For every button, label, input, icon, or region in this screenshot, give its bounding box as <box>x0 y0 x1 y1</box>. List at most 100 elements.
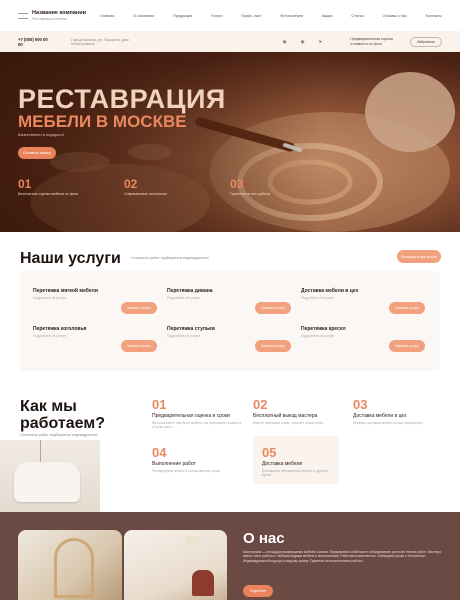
hero-title: РЕСТАВРАЦИЯ <box>18 84 226 114</box>
order-service-button[interactable]: Заказать услугу <box>121 302 157 314</box>
service-title: Доставка мебели в цех <box>301 288 359 294</box>
top-navigation: Название компании Реставрация мебели Гла… <box>0 0 460 31</box>
service-title: Перетяжка стульев <box>167 326 215 332</box>
step-title: Бесплатный выезд мастера <box>253 413 318 419</box>
armchair-shape <box>14 462 80 502</box>
feature-number: 01 <box>18 177 32 191</box>
order-service-button[interactable]: Заказать услугу <box>389 340 425 352</box>
service-card[interactable]: Перетяжка стульев Подробнее об услуге За… <box>167 326 297 366</box>
feature-text: Гарантия на все работы <box>230 192 271 196</box>
chair-shape <box>192 570 214 596</box>
all-services-button[interactable]: Посмотреть все услуги <box>397 250 441 263</box>
about-more-button[interactable]: Подробнее <box>243 585 273 597</box>
feature-text: Бесплатная оценка мебели по фото <box>18 192 79 196</box>
step-title: Выполнение работ <box>152 461 196 467</box>
menu-item-prices[interactable]: Прайс-лист <box>241 14 261 18</box>
menu-item-services[interactable]: Услуги <box>211 14 223 18</box>
hero-overlay <box>0 52 460 232</box>
process-step: 01 Предварительная оценка и сроки Вы при… <box>152 397 244 430</box>
menu-item-reviews[interactable]: Отзывы о нас <box>383 14 407 18</box>
brand[interactable]: Название компании Реставрация мебели <box>32 10 86 21</box>
service-title: Перетяжка изголовья <box>33 326 87 332</box>
service-card[interactable]: Перетяжка кресел Подробнее об услуге Зак… <box>301 326 431 366</box>
step-description: Вы присылаете нам фото мебели, мы оценив… <box>152 421 242 429</box>
about-title: О нас <box>243 530 285 547</box>
services-subtitle: Стоимость работ подбирается индивидуальн… <box>131 256 209 260</box>
step-description: Доставляем обновленную мебель в удобное … <box>262 469 329 477</box>
order-service-button[interactable]: Заказать услугу <box>255 302 291 314</box>
service-card[interactable]: Доставка мебели в цех Подробнее об услуг… <box>301 288 431 328</box>
menu-item-home[interactable]: Главная <box>100 14 114 18</box>
how-title-line2: работаем? <box>20 415 105 432</box>
step-number: 01 <box>152 397 167 412</box>
address-text: Город Москва, ул. Пушкина, дом Колотушки… <box>71 37 129 46</box>
company-tagline: Реставрация мебели <box>32 17 67 21</box>
social-links: ◉ ◉ ➤ <box>283 39 323 45</box>
main-menu: Главная О компании Продукция Услуги Прай… <box>100 14 442 18</box>
hero-subtitle: МЕБЕЛИ В МОСКВЕ <box>18 112 187 131</box>
process-step: 03 Доставка мебели в цех Бережно достави… <box>353 397 445 426</box>
menu-item-gallery[interactable]: Фотогалерея <box>280 14 303 18</box>
order-service-button[interactable]: Заказать услугу <box>255 340 291 352</box>
service-title: Перетяжка мягкой мебели <box>33 288 98 294</box>
services-panel: Перетяжка мягкой мебели Подробнее об усл… <box>20 271 440 371</box>
step-description: Бережно доставим мебель в нашу мастерску… <box>353 421 423 425</box>
how-title-line1: Как мы <box>20 398 77 415</box>
ok-icon[interactable]: ◉ <box>301 39 305 45</box>
mirror-frame-shape <box>54 538 94 598</box>
hero-feature-3: 03 Гарантия на все работы <box>230 177 270 196</box>
hero-order-button[interactable]: Оставить заявку <box>18 147 56 159</box>
step-description: Мастер приезжает к вам, уточняет объем р… <box>253 421 324 425</box>
hero-note: Качественно и недорого! <box>18 132 65 137</box>
hero-feature-2: 02 Современные технологии <box>124 177 167 196</box>
hero-feature-1: 01 Бесплатная оценка мебели по фото <box>18 177 78 196</box>
menu-item-about[interactable]: О компании <box>133 14 154 18</box>
telegram-icon[interactable]: ➤ <box>319 39 323 45</box>
menu-item-promos[interactable]: Акции <box>322 14 333 18</box>
service-subtitle: Подробнее об услуге <box>167 296 201 300</box>
service-card[interactable]: Перетяжка мягкой мебели Подробнее об усл… <box>33 288 163 328</box>
interior-image <box>124 530 227 600</box>
service-title: Перетяжка кресел <box>301 326 346 332</box>
step-title: Предварительная оценка и сроки <box>152 413 230 419</box>
phone-link[interactable]: +7 (000) 000 00 00 <box>18 37 53 47</box>
vk-icon[interactable]: ◉ <box>283 39 287 45</box>
how-subtitle: Стоимость работ подбирается индивидуальн… <box>20 433 98 437</box>
lamp-shape <box>186 536 200 546</box>
service-subtitle: Подробнее об услуге <box>33 296 67 300</box>
company-name: Название компании <box>32 10 86 16</box>
step-title: Доставка мебели <box>262 461 303 467</box>
menu-item-contacts[interactable]: Контакты <box>426 14 442 18</box>
service-subtitle: Подробнее об услуге <box>301 296 335 300</box>
estimate-link[interactable]: Предварительная оценка стоимости по фото <box>350 37 400 46</box>
logo-icon[interactable] <box>18 12 28 19</box>
step-number: 02 <box>253 397 268 412</box>
service-subtitle: Подробнее об услуге <box>301 334 335 338</box>
menu-item-products[interactable]: Продукция <box>173 14 192 18</box>
favorites-button[interactable]: Избранное <box>410 36 442 47</box>
contact-bar: +7 (000) 000 00 00 Город Москва, ул. Пуш… <box>0 31 460 52</box>
favorites-label: Избранное <box>416 39 436 44</box>
feature-text: Современные технологии <box>124 192 168 196</box>
feature-number: 02 <box>124 177 138 191</box>
order-service-button[interactable]: Заказать услугу <box>121 340 157 352</box>
step-number: 03 <box>353 397 368 412</box>
process-step: 04 Выполнение работ Реставрируем мебель … <box>152 445 244 474</box>
workshop-image <box>18 530 122 600</box>
step-number: 04 <box>152 445 167 460</box>
service-card[interactable]: Перетяжка изголовья Подробнее об услуге … <box>33 326 163 366</box>
service-title: Перетяжка дивана <box>167 288 213 294</box>
process-step: 02 Бесплатный выезд мастера Мастер приез… <box>253 397 345 426</box>
step-description: Реставрируем мебель в согласованные срок… <box>152 469 221 473</box>
menu-item-articles[interactable]: Статьи <box>351 14 363 18</box>
service-card[interactable]: Перетяжка дивана Подробнее об услуге Зак… <box>167 288 297 328</box>
order-service-button[interactable]: Заказать услугу <box>389 302 425 314</box>
about-section: О нас Мастерская — площадка возвращения … <box>0 512 460 600</box>
feature-number: 03 <box>230 177 244 191</box>
service-subtitle: Подробнее об услуге <box>33 334 67 338</box>
how-we-work-section: Как мы работаем? Стоимость работ подбира… <box>0 378 460 512</box>
service-subtitle: Подробнее об услуге <box>167 334 201 338</box>
services-title: Наши услуги <box>20 250 121 267</box>
vase-decoration <box>40 440 48 462</box>
how-title: Как мы работаем? <box>20 398 105 432</box>
